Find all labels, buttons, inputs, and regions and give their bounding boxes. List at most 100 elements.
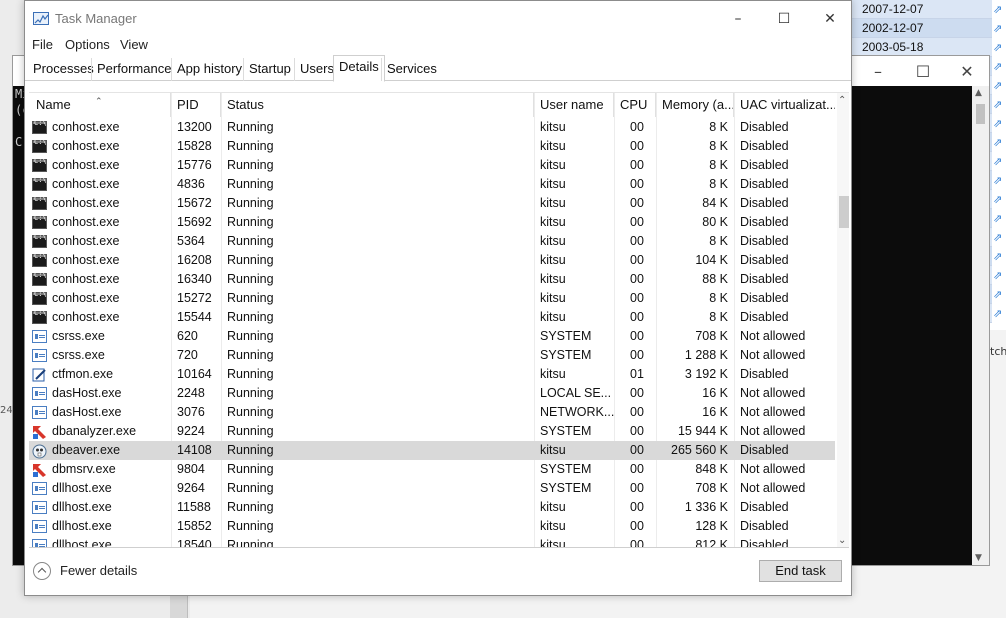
tab-app-history[interactable]: App history xyxy=(171,58,247,81)
open-link-icon[interactable]: ⇗ xyxy=(993,247,1006,266)
open-link-icon[interactable]: ⇗ xyxy=(993,266,1006,285)
cell-status: Running xyxy=(227,215,274,229)
table-row[interactable]: dbanalyzer.exe 9224 Running SYSTEM 00 15 944 … xyxy=(29,422,835,441)
table-row[interactable]: dllhost.exe 18540 Running kitsu 00 812 K Disab… xyxy=(29,536,835,548)
column-header-memory[interactable]: Memory (a... xyxy=(656,93,734,117)
table-row[interactable]: dllhost.exe 11588 Running kitsu 00 1 336 K Dis… xyxy=(29,498,835,517)
task-manager-titlebar[interactable]: Task Manager – ☐ ✕ xyxy=(25,1,851,35)
open-link-icon[interactable]: ⇗ xyxy=(993,114,1006,133)
open-link-icon[interactable]: ⇗ xyxy=(993,190,1006,209)
table-row[interactable]: conhost.exe 4836 Running kitsu 00 8 K Disabled xyxy=(29,175,835,194)
table-row[interactable]: conhost.exe 15544 Running kitsu 00 8 K Disable… xyxy=(29,308,835,327)
open-link-icon[interactable]: ⇗ xyxy=(993,152,1006,171)
tab-processes[interactable]: Processes xyxy=(28,58,99,81)
table-row[interactable]: dasHost.exe 3076 Running NETWORK... 00 16 K No… xyxy=(29,403,835,422)
table-row[interactable]: dllhost.exe 9264 Running SYSTEM 00 708 K Not a… xyxy=(29,479,835,498)
table-row[interactable]: conhost.exe 13200 Running kitsu 00 8 K Disable… xyxy=(29,118,835,137)
background-grid-cell[interactable]: 2002-12-07 00:00:00.000 xyxy=(852,19,992,54)
table-row[interactable]: conhost.exe 15692 Running kitsu 00 80 K Disabl… xyxy=(29,213,835,232)
cell-name: dbeaver.exe xyxy=(52,443,121,457)
column-header-user-name[interactable]: User name xyxy=(534,93,614,117)
open-link-icon[interactable]: ⇗ xyxy=(993,95,1006,114)
tab-startup[interactable]: Startup xyxy=(243,58,296,81)
table-row[interactable]: dbmsrv.exe 9804 Running SYSTEM 00 848 K Not al… xyxy=(29,460,835,479)
close-icon[interactable]: ✕ xyxy=(947,62,987,81)
table-row[interactable]: dbeaver.exe 14108 Running kitsu 00 265 560 K D… xyxy=(29,441,835,460)
scroll-down-icon[interactable]: ▼ xyxy=(975,553,982,563)
menu-file[interactable]: File xyxy=(32,37,53,52)
maximize-icon[interactable]: ☐ xyxy=(761,5,807,33)
background-grid-cell[interactable]: 2007-12-07 00:00:00.000 xyxy=(852,0,992,35)
end-task-button[interactable]: End task xyxy=(759,560,842,582)
menu-view[interactable]: View xyxy=(120,37,148,52)
task-manager-icon xyxy=(33,12,49,25)
table-row[interactable]: dasHost.exe 2248 Running LOCAL SE... 00 16 K N… xyxy=(29,384,835,403)
open-link-icon[interactable]: ⇗ xyxy=(993,0,1006,19)
table-row[interactable]: ctfmon.exe 10164 Running kitsu 01 3 192 K Disa… xyxy=(29,365,835,384)
column-header-uac[interactable]: UAC virtualizat... xyxy=(734,93,835,117)
cell-cpu: 00 xyxy=(630,348,644,362)
cell-memory: 128 K xyxy=(695,519,728,533)
cell-pid: 15692 xyxy=(177,215,212,229)
cell-user: kitsu xyxy=(540,443,566,457)
cell-name: conhost.exe xyxy=(52,291,120,305)
table-row[interactable]: conhost.exe 15672 Running kitsu 00 84 K Disabl… xyxy=(29,194,835,213)
fewer-details-label[interactable]: Fewer details xyxy=(60,563,137,578)
column-header-name[interactable]: Name ⌃ xyxy=(29,93,171,117)
table-row[interactable]: conhost.exe 15776 Running kitsu 00 8 K Disable… xyxy=(29,156,835,175)
cell-pid: 4836 xyxy=(177,177,205,191)
scroll-thumb[interactable] xyxy=(976,104,985,124)
cell-status: Running xyxy=(227,329,274,343)
table-row[interactable]: dllhost.exe 15852 Running kitsu 00 128 K Disab… xyxy=(29,517,835,536)
scroll-thumb[interactable] xyxy=(839,196,849,228)
collapse-chevron-icon[interactable] xyxy=(33,562,51,580)
table-row[interactable]: conhost.exe 16208 Running kitsu 00 104 K Disab… xyxy=(29,251,835,270)
scroll-up-icon[interactable]: ⌃ xyxy=(838,95,846,106)
maximize-icon[interactable]: ☐ xyxy=(903,62,943,81)
scroll-down-icon[interactable]: ⌄ xyxy=(838,535,846,546)
table-row[interactable]: csrss.exe 620 Running SYSTEM 00 708 K Not allo… xyxy=(29,327,835,346)
open-link-icon[interactable]: ⇗ xyxy=(993,57,1006,76)
column-header-pid[interactable]: PID xyxy=(171,93,221,117)
cell-name: dasHost.exe xyxy=(52,386,122,400)
open-link-icon[interactable]: ⇗ xyxy=(993,38,1006,57)
open-link-icon[interactable]: ⇗ xyxy=(993,133,1006,152)
cell-memory: 265 560 K xyxy=(671,443,728,457)
cell-name: dllhost.exe xyxy=(52,481,112,495)
cell-pid: 15852 xyxy=(177,519,212,533)
tab-performance[interactable]: Performance xyxy=(91,58,176,81)
console-scrollbar[interactable]: ▲ ▼ xyxy=(972,86,989,565)
column-header-status[interactable]: Status xyxy=(221,93,534,117)
table-row[interactable]: csrss.exe 720 Running SYSTEM 00 1 288 K Not al… xyxy=(29,346,835,365)
cell-pid: 14108 xyxy=(177,443,212,457)
cell-memory: 812 K xyxy=(695,538,728,548)
table-header: Name ⌃ PID Status User name CPU Memory (… xyxy=(29,93,835,117)
table-row[interactable]: conhost.exe 16340 Running kitsu 00 88 K Disabl… xyxy=(29,270,835,289)
table-scrollbar[interactable]: ⌃ ⌄ xyxy=(837,93,849,547)
cell-name: conhost.exe xyxy=(52,196,120,210)
cell-memory: 8 K xyxy=(709,120,728,134)
close-icon[interactable]: ✕ xyxy=(807,5,853,33)
open-link-icon[interactable]: ⇗ xyxy=(993,209,1006,228)
tab-strip: Processes Performance App history Startu… xyxy=(25,55,851,82)
table-row[interactable]: conhost.exe 5364 Running kitsu 00 8 K Disabled xyxy=(29,232,835,251)
minimize-icon[interactable]: – xyxy=(858,62,898,81)
open-link-icon[interactable]: ⇗ xyxy=(993,19,1006,38)
open-link-icon[interactable]: ⇗ xyxy=(993,285,1006,304)
column-header-cpu[interactable]: CPU xyxy=(614,93,656,117)
minimize-icon[interactable]: – xyxy=(715,5,761,33)
cell-user: kitsu xyxy=(540,234,566,248)
open-link-icon[interactable]: ⇗ xyxy=(993,228,1006,247)
cell-status: Running xyxy=(227,177,274,191)
open-link-icon[interactable]: ⇗ xyxy=(993,171,1006,190)
table-row[interactable]: conhost.exe 15828 Running kitsu 00 8 K Disable… xyxy=(29,137,835,156)
tab-services[interactable]: Services xyxy=(381,58,442,81)
cell-name: dllhost.exe xyxy=(52,519,112,533)
open-link-icon[interactable]: ⇗ xyxy=(993,76,1006,95)
menu-options[interactable]: Options xyxy=(65,37,110,52)
table-row[interactable]: conhost.exe 15272 Running kitsu 00 8 K Disable… xyxy=(29,289,835,308)
tab-details[interactable]: Details xyxy=(333,55,385,82)
scroll-up-icon[interactable]: ▲ xyxy=(975,88,982,98)
open-link-icon[interactable]: ⇗ xyxy=(993,304,1006,323)
cell-cpu: 00 xyxy=(630,519,644,533)
